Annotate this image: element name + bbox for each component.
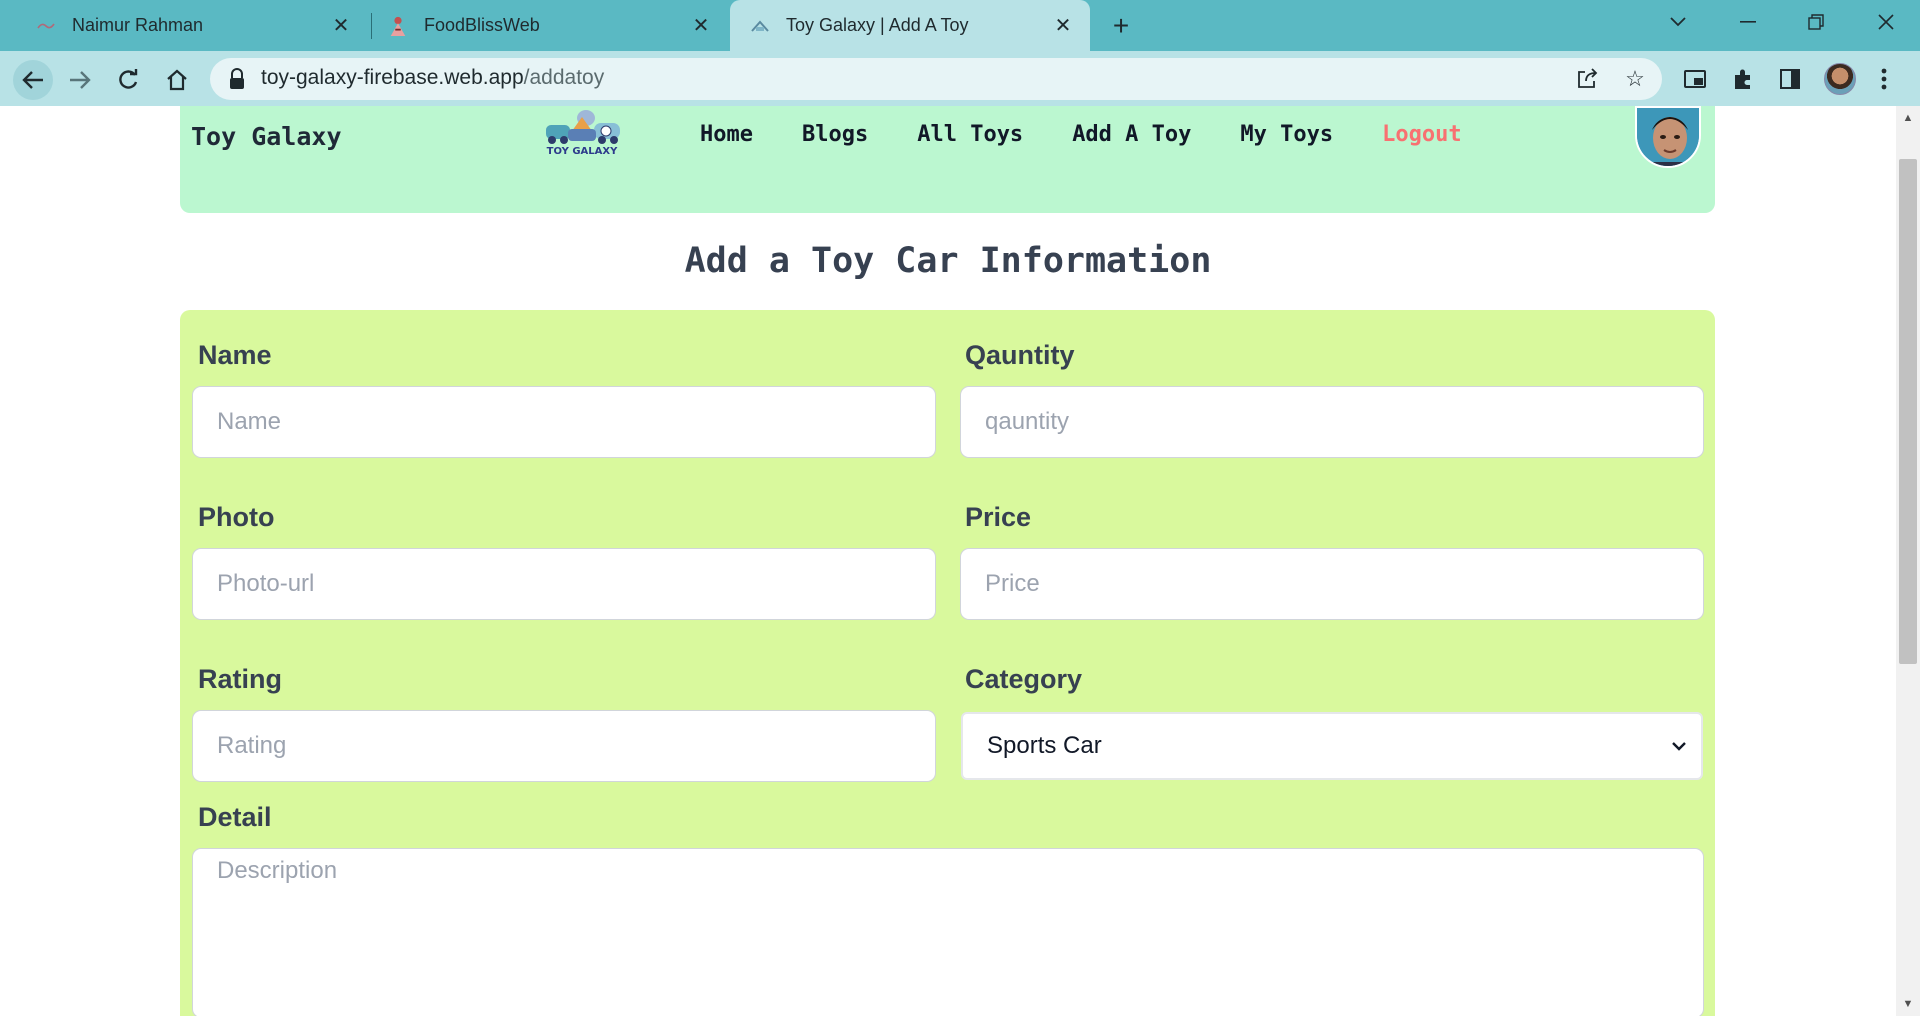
svg-text:TOY GALAXY: TOY GALAXY: [547, 146, 618, 157]
tab-search-chevron-icon[interactable]: [1650, 0, 1706, 44]
main-nav: Home Blogs All Toys Add A Toy My Toys Lo…: [700, 122, 1462, 147]
quantity-input[interactable]: qauntity: [960, 386, 1704, 458]
close-icon[interactable]: ✕: [688, 13, 714, 39]
scroll-up-arrow-icon[interactable]: ▲: [1896, 108, 1920, 128]
toy-favicon-icon: [750, 16, 770, 36]
scrollbar-thumb[interactable]: [1899, 159, 1917, 664]
user-avatar[interactable]: [1635, 106, 1701, 168]
tab-title: FoodBlissWeb: [424, 15, 540, 35]
nav-home[interactable]: Home: [700, 122, 753, 147]
site-favicon-icon: [36, 16, 56, 36]
picture-in-picture-icon[interactable]: [1678, 62, 1712, 96]
add-toy-form: Name Name Qauntity qauntity Photo Photo-…: [180, 310, 1715, 1016]
nav-logout[interactable]: Logout: [1382, 122, 1461, 147]
chevron-down-icon: [1672, 742, 1686, 751]
page-viewport: Toy Galaxy TOY GALAXY Home Blogs All Toy…: [0, 106, 1896, 1016]
url-text[interactable]: toy-galaxy-firebase.web.app/addatoy: [261, 66, 604, 90]
lock-icon[interactable]: [228, 68, 246, 90]
detail-label: Detail: [198, 802, 272, 832]
minimize-button[interactable]: [1720, 0, 1776, 44]
more-menu-icon[interactable]: [1867, 62, 1901, 96]
price-input[interactable]: Price: [960, 548, 1704, 620]
photo-label: Photo: [198, 502, 275, 532]
side-panel-icon[interactable]: [1773, 62, 1807, 96]
restore-button[interactable]: [1788, 0, 1844, 44]
page-title: Add a Toy Car Information: [684, 241, 1212, 281]
category-label: Category: [965, 664, 1083, 694]
description-textarea[interactable]: Description: [192, 848, 1704, 1016]
bookmark-star-icon[interactable]: ☆: [1620, 64, 1650, 94]
food-favicon-icon: [388, 16, 408, 36]
rating-input[interactable]: Rating: [192, 710, 936, 782]
forward-button[interactable]: [60, 60, 100, 100]
category-selected-value: Sports Car: [987, 732, 1102, 759]
tab-title: Naimur Rahman: [72, 15, 204, 35]
nav-my-toys[interactable]: My Toys: [1240, 122, 1333, 147]
tab-naimur-rahman[interactable]: Naimur Rahman ✕: [0, 0, 368, 51]
home-button[interactable]: [157, 60, 197, 100]
nav-blogs[interactable]: Blogs: [802, 122, 868, 147]
nav-add-a-toy[interactable]: Add A Toy: [1072, 122, 1191, 147]
close-icon[interactable]: ✕: [328, 13, 354, 39]
category-select[interactable]: Sports Car: [961, 712, 1703, 780]
tab-foodblissweb[interactable]: FoodBlissWeb ✕: [352, 0, 728, 51]
price-label: Price: [965, 502, 1032, 532]
back-button[interactable]: [13, 60, 53, 100]
tab-title: Toy Galaxy | Add A Toy: [786, 15, 969, 35]
rating-label: Rating: [198, 664, 282, 694]
photo-url-input[interactable]: Photo-url: [192, 548, 936, 620]
quantity-label: Qauntity: [965, 340, 1075, 370]
scroll-down-arrow-icon[interactable]: ▼: [1896, 994, 1920, 1014]
name-input[interactable]: Name: [192, 386, 936, 458]
browser-profile-avatar[interactable]: [1824, 63, 1856, 95]
nav-all-toys[interactable]: All Toys: [917, 122, 1023, 147]
share-icon[interactable]: [1572, 64, 1602, 94]
site-navbar: Toy Galaxy TOY GALAXY Home Blogs All Toy…: [180, 106, 1715, 213]
brand-name[interactable]: Toy Galaxy: [191, 122, 342, 151]
toy-galaxy-logo[interactable]: TOY GALAXY: [534, 109, 630, 157]
close-window-button[interactable]: [1858, 0, 1914, 44]
reload-button[interactable]: [108, 60, 148, 100]
close-icon[interactable]: ✕: [1050, 13, 1076, 39]
extensions-puzzle-icon[interactable]: [1726, 62, 1760, 96]
tab-toy-galaxy[interactable]: Toy Galaxy | Add A Toy ✕: [730, 0, 1090, 51]
new-tab-button[interactable]: +: [1104, 10, 1138, 42]
name-label: Name: [198, 340, 272, 370]
